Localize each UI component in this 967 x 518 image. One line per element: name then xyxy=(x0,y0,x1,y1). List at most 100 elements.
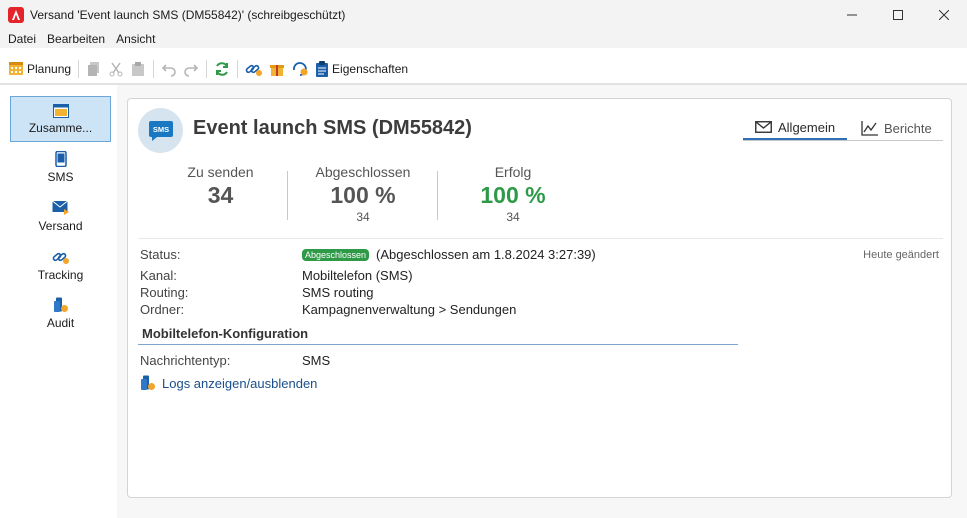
nav-item-versand[interactable]: Versand xyxy=(10,193,111,239)
stat-label: Zu senden xyxy=(187,164,254,180)
copy-icon xyxy=(88,62,100,76)
maximize-button[interactable] xyxy=(875,0,921,30)
stat-count: 34 xyxy=(506,210,520,224)
minimize-button[interactable] xyxy=(829,0,875,30)
nav-label: SMS xyxy=(47,169,74,184)
close-icon xyxy=(939,10,949,20)
view-tabs: Allgemein Berichte xyxy=(743,116,943,141)
folder-label: Ordner: xyxy=(140,302,185,317)
link-icon xyxy=(245,64,263,76)
stat-success: Erfolg 100 % 34 xyxy=(443,164,583,224)
stat-completed: Abgeschlossen 100 % 34 xyxy=(293,164,433,224)
planung-button[interactable]: Planung xyxy=(5,57,74,81)
toolbar-separator xyxy=(153,60,155,78)
paste-icon xyxy=(132,62,145,76)
status-label: Status: xyxy=(140,247,181,262)
menu-bar: Datei Bearbeiten Ansicht xyxy=(0,30,967,48)
toolbar: Planung Eigenschaften xyxy=(0,55,967,83)
planung-label: Planung xyxy=(27,62,72,76)
status-badge: Abgeschlossen xyxy=(302,248,370,261)
stat-divider xyxy=(287,171,288,220)
audit-icon xyxy=(53,297,68,312)
maximize-icon xyxy=(893,10,903,20)
nav-label: Versand xyxy=(38,218,83,233)
redo-button[interactable] xyxy=(180,57,202,81)
link-button[interactable] xyxy=(242,57,266,81)
phone-icon xyxy=(54,150,67,167)
undo-button[interactable] xyxy=(158,57,180,81)
status-text: (Abgeschlossen am 1.8.2024 3:27:39) xyxy=(376,247,596,262)
envelope-icon xyxy=(755,121,772,133)
status-row: Status: Abgeschlossen (Abgeschlossen am … xyxy=(140,246,596,263)
toolbar-separator xyxy=(206,60,208,78)
left-navigation: Zusamme... SMS Versand Tracking Audit xyxy=(0,85,117,518)
status-value: Abgeschlossen (Abgeschlossen am 1.8.2024… xyxy=(302,247,596,262)
copy-button[interactable] xyxy=(83,57,105,81)
undo-icon xyxy=(161,64,176,77)
summary-icon xyxy=(52,103,69,118)
redo-icon xyxy=(184,64,199,77)
toolbar-separator xyxy=(237,60,239,78)
title-bar: Versand 'Event launch SMS (DM55842)' (sc… xyxy=(0,0,967,30)
tab-berichte-label: Berichte xyxy=(884,120,932,136)
nav-label: Tracking xyxy=(37,267,84,282)
routing-row: Routing: SMS routing xyxy=(140,284,374,301)
sms-channel-icon: SMS xyxy=(138,108,183,153)
menu-ansicht[interactable]: Ansicht xyxy=(116,32,155,46)
adobe-app-icon xyxy=(8,7,24,23)
properties-label: Eigenschaften xyxy=(332,62,409,76)
nav-item-audit[interactable]: Audit xyxy=(10,290,111,336)
close-button[interactable] xyxy=(921,0,967,30)
cut-button[interactable] xyxy=(105,57,127,81)
channel-row: Kanal: Mobiltelefon (SMS) xyxy=(140,267,413,284)
toolbar-separator xyxy=(78,60,80,78)
routing-label: Routing: xyxy=(140,285,189,300)
refresh-icon xyxy=(216,62,229,76)
folder-row: Ordner: Kampagnenverwaltung > Sendungen xyxy=(140,301,516,318)
logs-icon xyxy=(141,375,155,390)
folder-value: Kampagnenverwaltung > Sendungen xyxy=(302,302,517,317)
mobile-config-heading: Mobiltelefon-Konfiguration xyxy=(142,326,309,341)
nav-label: Zusamme... xyxy=(28,120,93,135)
stats-panel: Zu senden 34 Abgeschlossen 100 % 34 Erfo… xyxy=(138,157,943,239)
paste-button[interactable] xyxy=(127,57,149,81)
gift-icon xyxy=(270,65,285,76)
menu-datei[interactable]: Datei xyxy=(8,32,36,46)
target-button[interactable] xyxy=(288,57,312,81)
channel-value: Mobiltelefon (SMS) xyxy=(302,268,413,283)
sms-icon-text: SMS xyxy=(152,125,168,134)
routing-value: SMS routing xyxy=(302,285,374,300)
modified-info: Heute geändert xyxy=(863,249,939,261)
tab-allgemein[interactable]: Allgemein xyxy=(743,116,847,140)
stat-label: Abgeschlossen xyxy=(315,164,411,180)
delivery-summary-card: SMS Event launch SMS (DM55842) Allgemein… xyxy=(127,98,952,498)
refresh-button[interactable] xyxy=(211,57,233,81)
page-title: Event launch SMS (DM55842) xyxy=(193,117,472,139)
tab-berichte[interactable]: Berichte xyxy=(861,116,943,140)
clipboard-icon xyxy=(316,61,329,77)
message-type-row: Nachrichtentyp: SMS xyxy=(140,352,330,369)
logs-link-label: Logs anzeigen/ausblenden xyxy=(162,375,318,391)
calendar-icon xyxy=(8,60,24,79)
stat-value: 100 % xyxy=(480,182,546,208)
gift-button[interactable] xyxy=(266,57,288,81)
window-title: Versand 'Event launch SMS (DM55842)' (sc… xyxy=(30,8,346,22)
stat-to-send: Zu senden 34 xyxy=(148,164,293,209)
nav-item-summary[interactable]: Zusamme... xyxy=(10,96,111,142)
properties-button[interactable]: Eigenschaften xyxy=(312,57,411,81)
stat-value: 100 % xyxy=(330,182,396,208)
tab-allgemein-label: Allgemein xyxy=(778,119,836,135)
nav-item-tracking[interactable]: Tracking xyxy=(10,242,111,288)
cut-icon xyxy=(109,62,123,77)
nav-label: Audit xyxy=(46,315,75,330)
logs-toggle-link[interactable]: Logs anzeigen/ausblenden xyxy=(140,375,317,391)
tracking-icon xyxy=(52,252,69,264)
line-chart-icon xyxy=(861,120,878,136)
message-type-label: Nachrichtentyp: xyxy=(140,353,231,368)
minimize-icon xyxy=(847,14,857,16)
stat-value: 34 xyxy=(207,182,234,208)
section-divider xyxy=(138,344,738,345)
channel-label: Kanal: xyxy=(140,268,177,283)
nav-item-sms[interactable]: SMS xyxy=(10,144,111,190)
menu-bearbeiten[interactable]: Bearbeiten xyxy=(47,32,105,46)
